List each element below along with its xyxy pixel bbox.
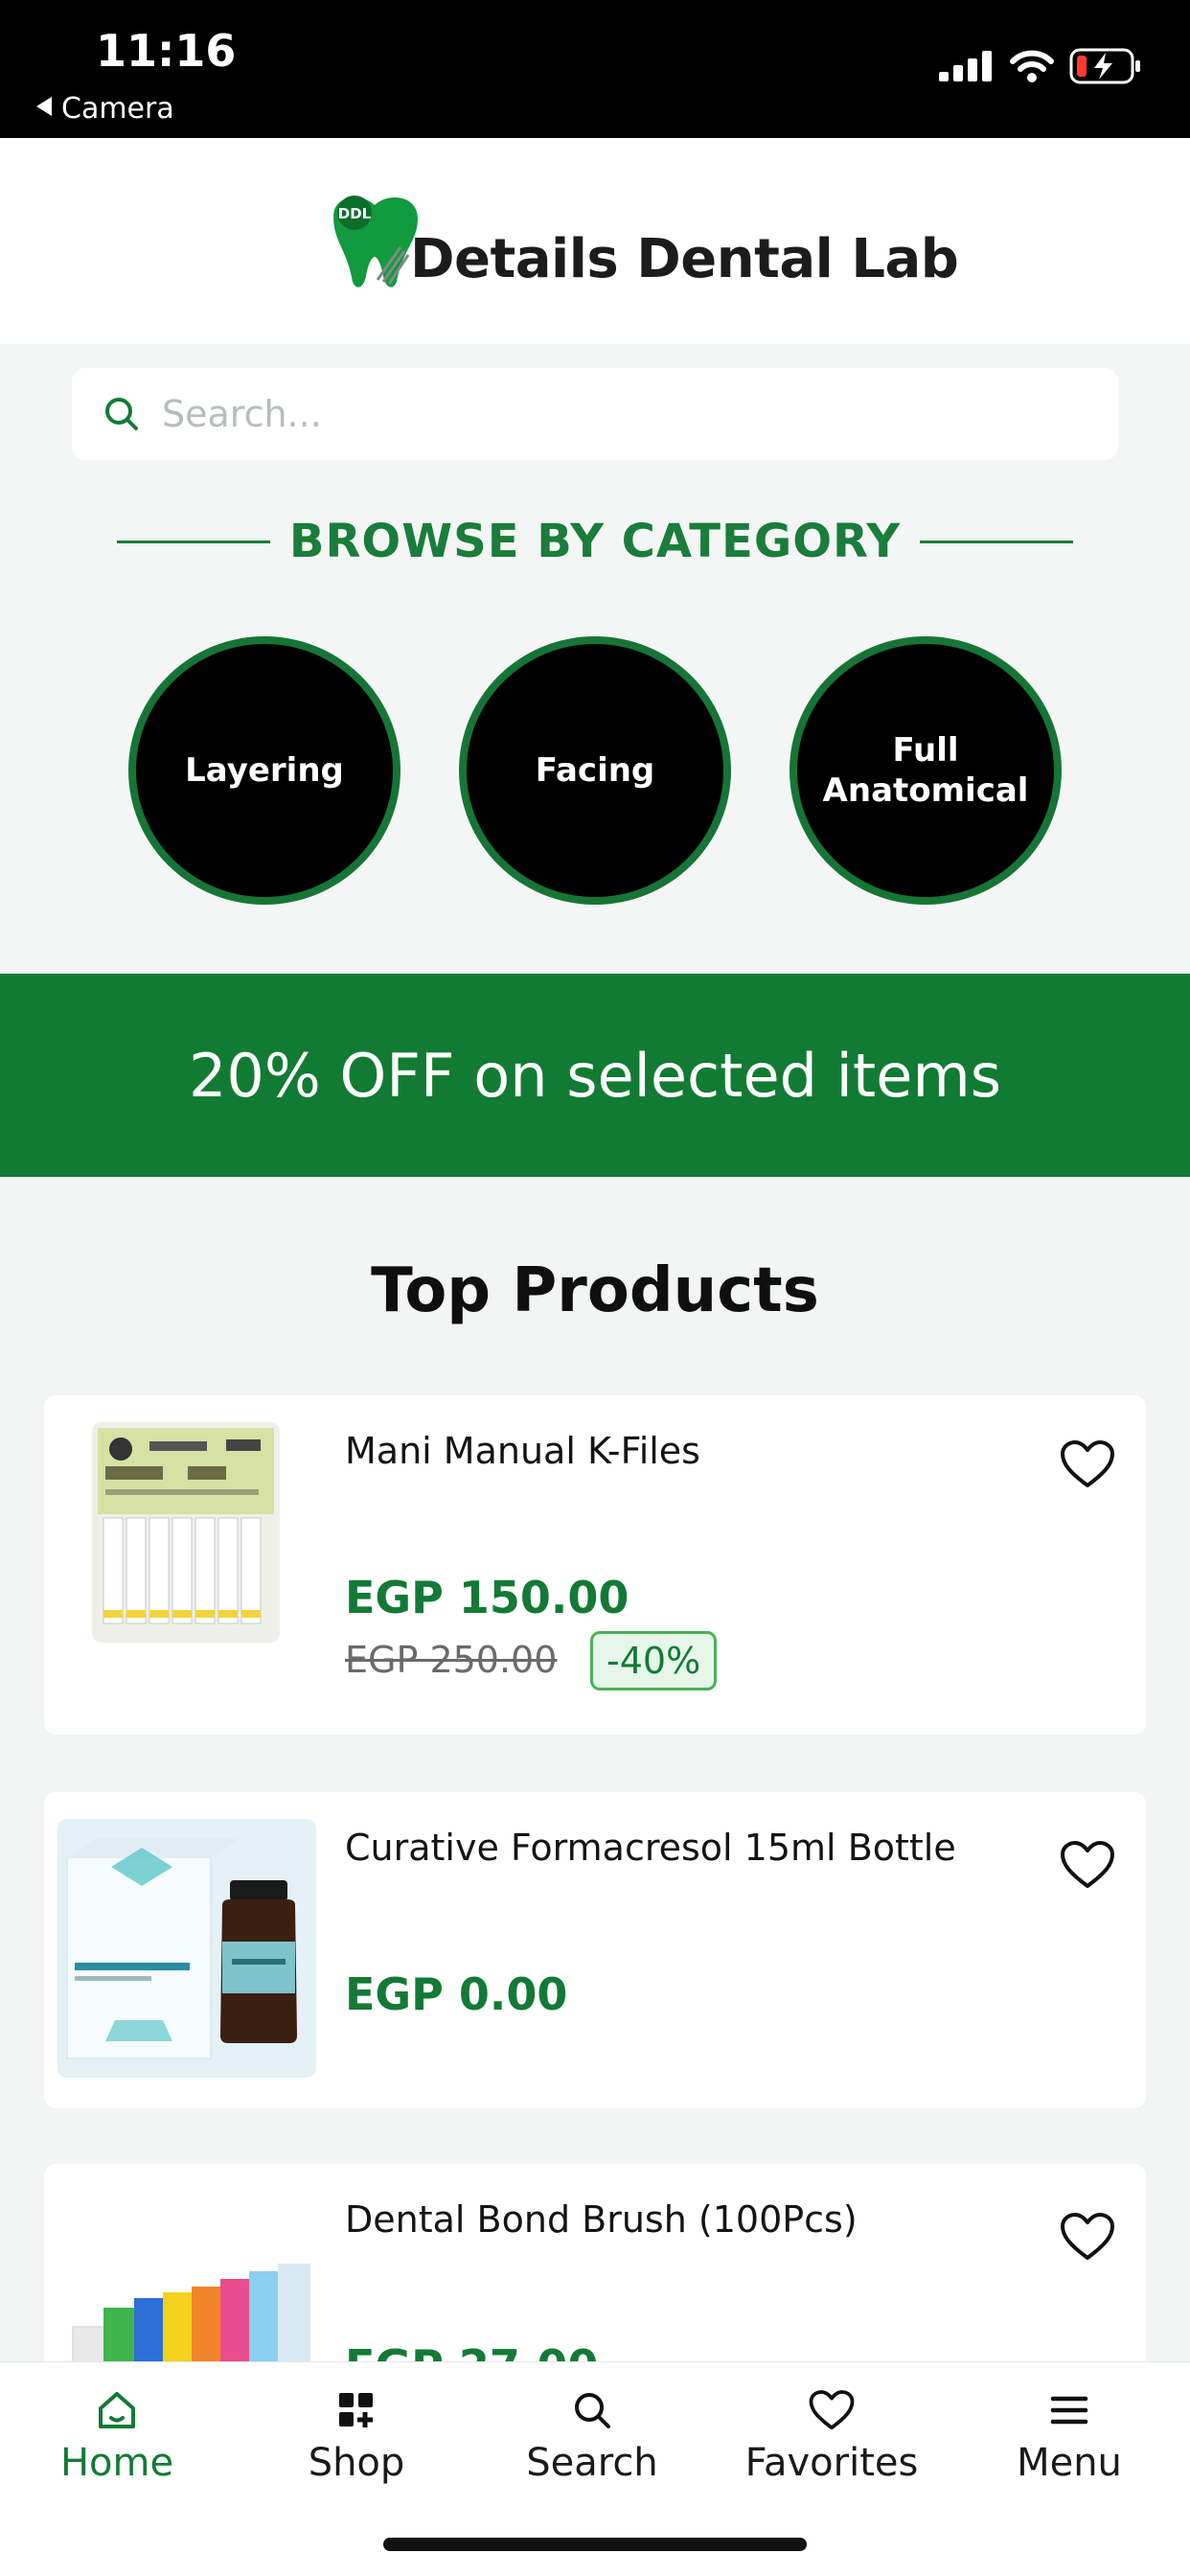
category-layering[interactable]: Layering [128, 636, 400, 905]
nav-home[interactable]: Home [11, 2389, 222, 2485]
search-input[interactable]: Search... [162, 393, 322, 435]
product-card[interactable]: Mani Manual K-Files EGP 150.00 EGP 250.0… [44, 1395, 1146, 1735]
heading-divider-left [116, 540, 270, 543]
search-icon [105, 398, 138, 430]
back-label: Camera [61, 92, 174, 126]
brand-logo[interactable]: DDL Details Dental Lab [322, 188, 959, 312]
product-price: EGP 150.00 [345, 1572, 629, 1623]
back-arrow-icon [36, 97, 52, 116]
product-name: Curative Formacresol 15ml Bottle [345, 1827, 956, 1869]
nav-search[interactable]: Search [487, 2389, 698, 2485]
battery-low-charging-icon [1069, 48, 1140, 84]
promo-banner[interactable]: 20% OFF on selected items [0, 974, 1190, 1177]
status-time: 11:16 [96, 25, 237, 77]
category-heading: BROWSE BY CATEGORY [0, 508, 1190, 575]
favorite-heart-icon[interactable] [1060, 2212, 1115, 2262]
promo-text: 20% OFF on selected items [188, 1040, 1002, 1111]
logo-badge-text: DDL [338, 205, 372, 222]
discount-badge: -40% [590, 1631, 718, 1690]
product-name: Dental Bond Brush (100Pcs) [345, 2198, 858, 2241]
product-price: EGP 0.00 [345, 1968, 568, 2020]
category-list: Layering Facing Full Anatomical [0, 636, 1190, 905]
nav-menu[interactable]: Menu [964, 2389, 1175, 2485]
product-card[interactable]: Curative Formacresol 15ml Bottle EGP 0.0… [44, 1792, 1146, 2108]
category-label: Facing [535, 750, 655, 790]
search-icon [575, 2393, 610, 2428]
heart-icon [809, 2390, 855, 2430]
category-full-anatomical[interactable]: Full Anatomical [790, 636, 1062, 905]
status-bar: 11:16 Camera [0, 0, 1190, 138]
top-products-title: Top Products [371, 1255, 819, 1326]
product-image-k-files [92, 1422, 280, 1643]
category-label: Full Anatomical [822, 730, 1029, 811]
app-header: DDL Details Dental Lab [0, 138, 1190, 344]
cellular-signal-icon [939, 51, 992, 81]
nav-label: Search [526, 2441, 658, 2485]
product-old-price: EGP 250.00 [345, 1639, 558, 1681]
wifi-icon [1010, 50, 1054, 82]
category-heading-label: BROWSE BY CATEGORY [288, 515, 902, 568]
shop-icon [339, 2393, 373, 2427]
home-icon [99, 2392, 135, 2428]
product-name: Mani Manual K-Files [345, 1430, 700, 1472]
favorite-heart-icon[interactable] [1060, 1439, 1115, 1489]
nav-label: Menu [1017, 2441, 1122, 2485]
search-bar[interactable]: Search... [72, 368, 1118, 460]
category-label: Layering [185, 750, 344, 790]
nav-label: Shop [308, 2441, 405, 2485]
menu-icon [1050, 2396, 1088, 2425]
category-facing[interactable]: Facing [459, 636, 731, 905]
heading-divider-right [920, 540, 1074, 543]
nav-label: Home [59, 2441, 174, 2485]
nav-favorites[interactable]: Favorites [726, 2389, 937, 2485]
nav-shop[interactable]: Shop [251, 2389, 462, 2485]
back-to-camera-link[interactable]: Camera [36, 92, 174, 126]
favorite-heart-icon[interactable] [1060, 1840, 1115, 1890]
logo-text: Details Dental Lab [410, 228, 959, 290]
status-icons [939, 48, 1142, 84]
nav-label: Favorites [744, 2441, 919, 2485]
product-image-formacresol [57, 1819, 316, 2078]
home-indicator[interactable] [383, 2538, 807, 2551]
